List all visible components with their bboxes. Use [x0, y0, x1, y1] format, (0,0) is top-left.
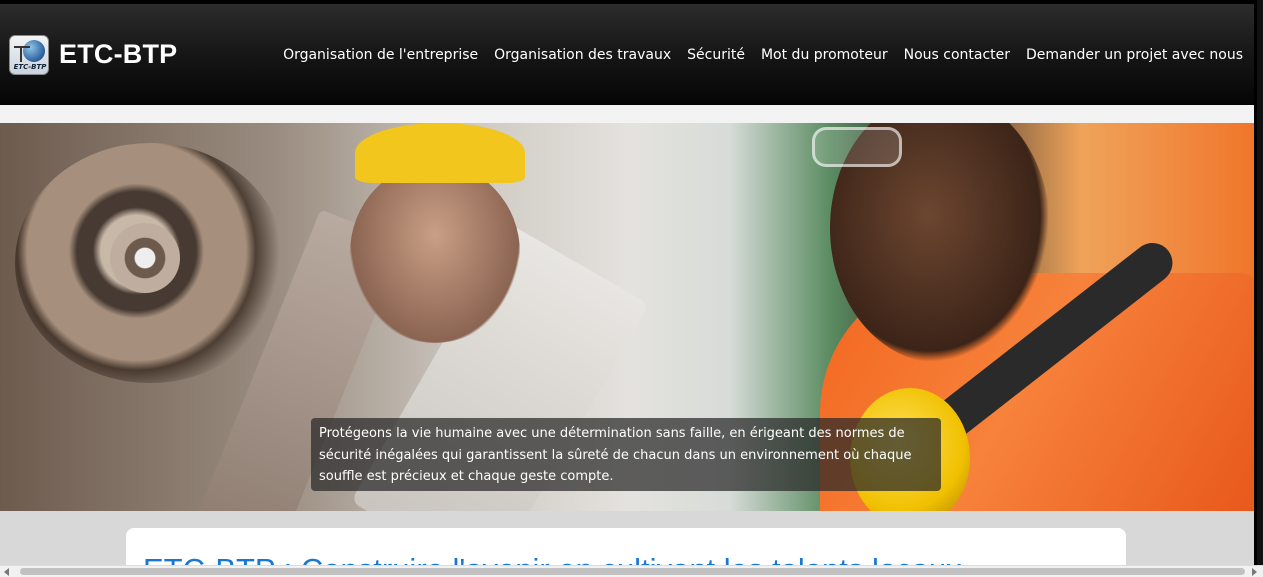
hero-caption: Protégeons la vie humaine avec une déter…: [311, 418, 941, 491]
header-spacer: [0, 105, 1254, 123]
scrollbar-thumb[interactable]: [20, 568, 1245, 575]
hero-banner: Protégeons la vie humaine avec une déter…: [0, 123, 1254, 511]
worker-background-graphic: [350, 163, 520, 343]
nav-securite[interactable]: Sécurité: [687, 47, 745, 63]
company-logo: ETC-BTP: [9, 34, 49, 75]
nav-organisation-travaux[interactable]: Organisation des travaux: [494, 47, 671, 63]
top-navbar: ETC-BTP ETC-BTP Organisation de l'entrep…: [0, 4, 1254, 105]
crane-icon: [14, 45, 30, 48]
scroll-right-icon[interactable]: [1252, 568, 1257, 576]
nav-nous-contacter[interactable]: Nous contacter: [904, 47, 1010, 63]
brand-name: ETC-BTP: [59, 39, 178, 69]
main-nav: Organisation de l'entreprise Organisatio…: [267, 47, 1243, 63]
crane-mast: [20, 45, 22, 62]
scroll-left-icon[interactable]: [4, 568, 9, 576]
hard-hat-graphic: [355, 123, 525, 183]
globe-icon: [23, 39, 45, 62]
machine-wheel-graphic: [110, 223, 180, 293]
nav-demander-projet[interactable]: Demander un projet avec nous: [1026, 47, 1243, 63]
horizontal-scrollbar[interactable]: [0, 565, 1263, 577]
nav-mot-promoteur[interactable]: Mot du promoteur: [761, 47, 888, 63]
safety-goggles-graphic: [812, 127, 902, 167]
browser-viewport: ETC-BTP ETC-BTP Organisation de l'entrep…: [0, 0, 1257, 577]
brand-link[interactable]: ETC-BTP ETC-BTP: [9, 34, 178, 75]
logo-text: ETC-BTP: [13, 62, 47, 71]
nav-organisation-entreprise[interactable]: Organisation de l'entreprise: [283, 47, 478, 63]
